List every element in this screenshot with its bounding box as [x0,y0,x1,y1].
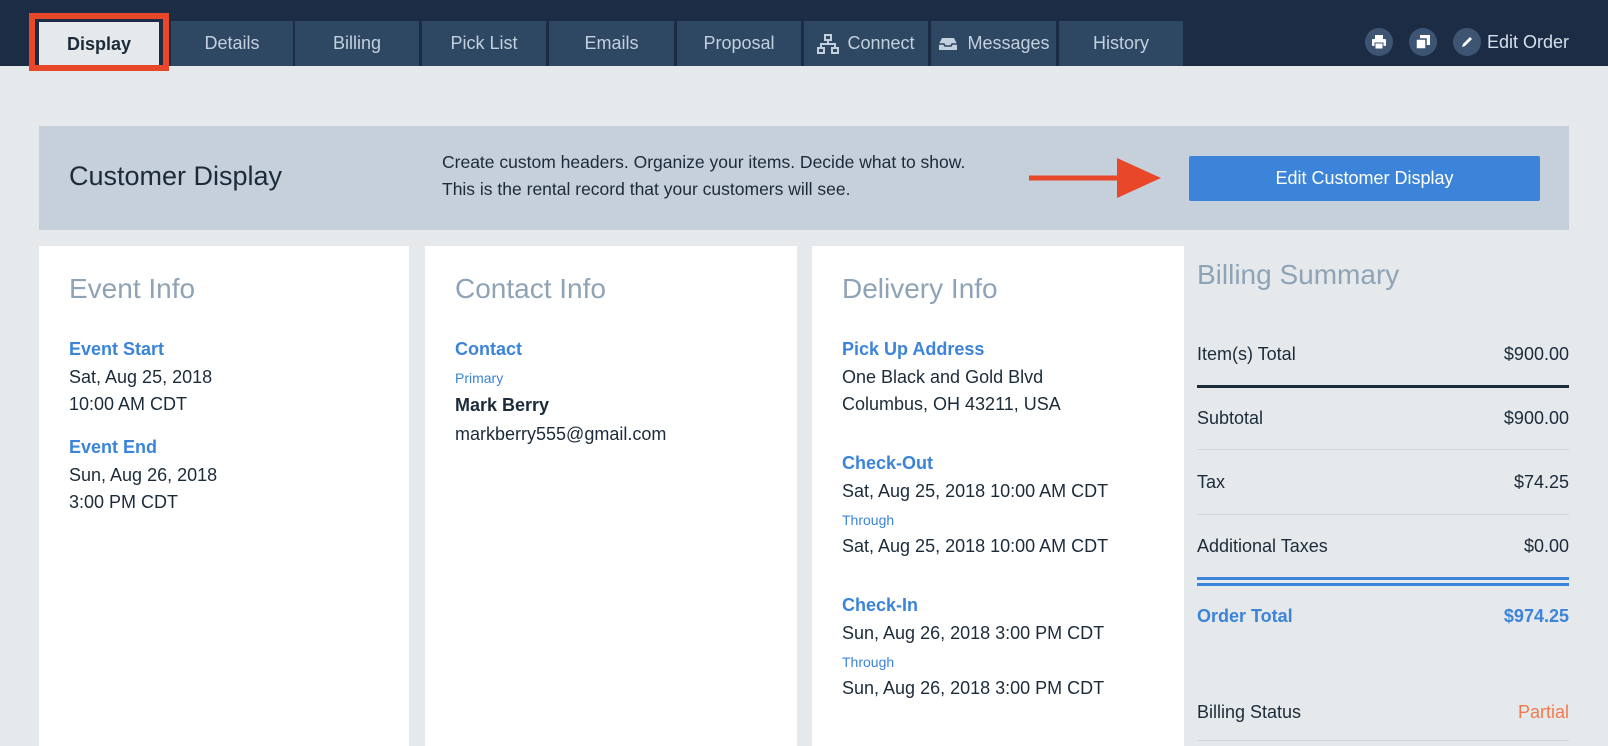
row-label: Item(s) Total [1197,344,1296,364]
divider [1197,740,1569,741]
row-label: Subtotal [1197,408,1264,428]
banner-title: Customer Display [69,161,283,191]
order-total-row: Order Total $974.25 [1197,606,1569,627]
tax-row: Tax $74.25 [1197,472,1569,493]
tab-label: Pick List [450,33,518,53]
event-start-time: 10:00 AM CDT [69,394,188,414]
check-in-label: Check-In [842,595,919,615]
row-value: $974.25 [1503,606,1569,626]
card-title: Event Info [69,273,196,304]
display-tab-highlight [29,13,169,71]
row-value: $900.00 [1503,408,1569,428]
check-out-end: Sat, Aug 25, 2018 10:00 AM CDT [842,536,1109,556]
tab-label: Connect [847,33,915,53]
event-end-label: Event End [69,437,158,457]
tab-emails[interactable]: Emails [549,21,674,66]
check-out-label: Check-Out [842,453,934,473]
contact-label: Contact [455,339,522,359]
row-label: Tax [1197,472,1226,492]
pickup-address-label: Pick Up Address [842,339,985,359]
event-start-date: Sat, Aug 25, 2018 [69,367,213,387]
divider [1197,385,1569,388]
event-end-date: Sun, Aug 26, 2018 [69,465,218,485]
contact-email[interactable]: markberry555@gmail.com [455,421,666,448]
pencil-icon [1452,28,1481,56]
contact-info-card: Contact Info Contact Primary Mark Berry … [425,246,797,746]
row-label: Order Total [1197,606,1293,626]
banner-desc-line: This is the rental record that your cust… [442,179,851,199]
card-title: Contact Info [455,273,606,304]
check-out-start: Sat, Aug 25, 2018 10:00 AM CDT [842,481,1109,501]
through-label: Through [842,654,895,670]
row-value: $0.00 [1523,536,1569,556]
edit-customer-display-button[interactable]: Edit Customer Display [1189,156,1540,201]
billing-status-row: Billing Status Partial [1197,702,1569,723]
billing-status-value: Partial [1517,702,1569,722]
tab-label: Emails [584,33,639,53]
divider [1197,577,1569,580]
delivery-info-card: Delivery Info Pick Up Address One Black … [812,246,1184,746]
billing-summary-title: Billing Summary [1197,259,1400,290]
row-label: Additional Taxes [1197,536,1328,556]
order-actions: Edit Order [1364,28,1569,56]
tab-history[interactable]: History [1059,21,1183,66]
check-in-end: Sun, Aug 26, 2018 3:00 PM CDT [842,678,1105,698]
top-nav-bar: Display Details Billing Pick List Emails… [0,0,1608,66]
print-icon[interactable] [1364,28,1393,56]
tab-label: Details [204,33,260,53]
divider [1197,514,1569,515]
tab-label: History [1092,33,1149,53]
tab-label: Proposal [703,33,775,53]
subtotal-row: Subtotal $900.00 [1197,408,1569,429]
row-label: Billing Status [1197,702,1302,722]
banner-desc-line: Create custom headers. Organize your ite… [442,152,966,172]
check-in-start: Sun, Aug 26, 2018 3:00 PM CDT [842,623,1105,643]
inbox-icon [937,35,959,53]
network-icon [817,33,840,55]
edit-order-label: Edit Order [1486,31,1569,52]
billing-summary: Billing Summary Item(s) Total $900.00 Su… [1197,246,1569,746]
tab-pick-list[interactable]: Pick List [422,21,546,66]
event-info-card: Event Info Event Start Sat, Aug 25, 2018… [39,246,409,746]
divider [1197,449,1569,450]
banner-description: Create custom headers. Organize your ite… [442,149,965,203]
additional-taxes-row: Additional Taxes $0.00 [1197,536,1569,557]
customer-display-banner: Customer Display Create custom headers. … [39,126,1569,230]
contact-name: Mark Berry [455,395,550,415]
event-start-label: Event Start [69,339,165,359]
card-title: Delivery Info [842,273,998,304]
row-value: $900.00 [1503,344,1569,364]
pickup-address-line: One Black and Gold Blvd [842,367,1044,387]
tab-details[interactable]: Details [171,21,293,66]
tab-billing[interactable]: Billing [295,21,419,66]
tab-proposal[interactable]: Proposal [677,21,801,66]
tab-connect[interactable]: Connect [804,21,928,66]
items-total-row: Item(s) Total $900.00 [1197,344,1569,365]
contact-role: Primary [455,370,504,386]
tab-label: Messages [967,33,1050,53]
through-label: Through [842,512,895,528]
duplicate-icon[interactable] [1408,28,1437,56]
event-end-time: 3:00 PM CDT [69,492,179,512]
arrow-annotation-icon [989,152,1189,209]
row-value: $74.25 [1513,472,1569,492]
tab-label: Billing [332,33,382,53]
pickup-address-line: Columbus, OH 43211, USA [842,394,1061,414]
edit-order-button[interactable]: Edit Order [1452,28,1569,56]
divider [1197,583,1569,586]
tab-messages[interactable]: Messages [931,21,1056,66]
